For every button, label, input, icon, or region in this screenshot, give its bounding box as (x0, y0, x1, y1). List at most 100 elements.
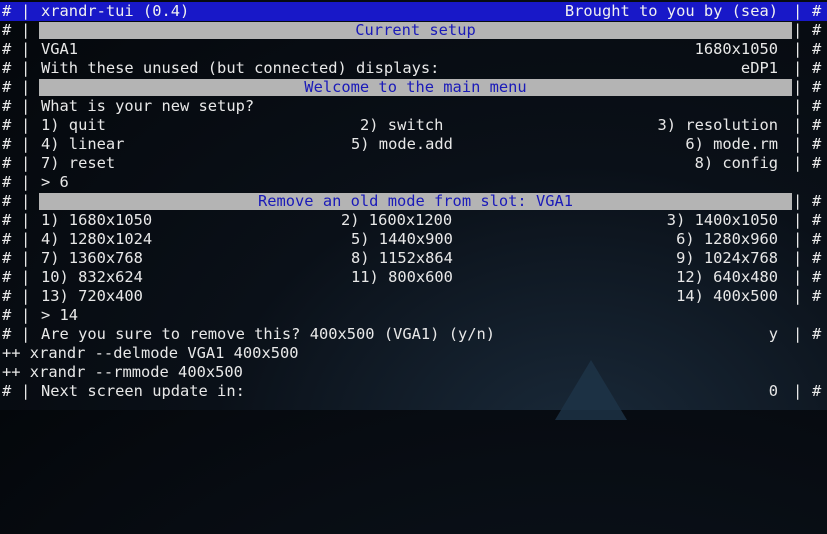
right-border-pipe: | (793, 2, 803, 20)
right-border-pipe: | (793, 21, 803, 39)
title-bar: # | xrandr-tui (0.4) Brought to you by (… (0, 2, 827, 21)
mode-option[interactable]: 8) 1152x864 (351, 249, 453, 268)
right-border-hash: # (812, 382, 822, 400)
right-border-hash: # (812, 78, 822, 96)
left-border-hash: # (2, 116, 12, 134)
confirm-row: # | Are you sure to remove this? 400x500… (0, 325, 827, 344)
left-border-hash: # (2, 230, 12, 248)
left-border-hash: # (2, 59, 12, 77)
left-border-pipe: | (21, 192, 31, 210)
mode-option[interactable]: 11) 800x600 (351, 268, 453, 287)
unused-displays-row: # | With these unused (but connected) di… (0, 59, 827, 78)
confirm-answer[interactable]: y (769, 325, 778, 344)
right-border-pipe: | (793, 135, 803, 153)
menu-prompt-row: # | > 6 (0, 173, 827, 192)
footer-row: # | Next screen update in: 0 | # (0, 382, 827, 401)
display-resolution: 1680x1050 (694, 40, 778, 58)
mode-option[interactable]: 14) 400x500 (676, 287, 778, 306)
right-border-pipe: | (793, 59, 803, 77)
menu-input-prompt[interactable]: > 6 (41, 173, 69, 192)
left-border-pipe: | (21, 306, 31, 324)
menu-option-resolution[interactable]: 3) resolution (658, 116, 778, 135)
left-border-hash: # (2, 2, 12, 20)
menu-question: What is your new setup? (41, 97, 255, 115)
left-border-pipe: | (21, 173, 31, 191)
mode-list-row: # | 1) 1680x1050 2) 1600x1200 3) 1400x10… (0, 211, 827, 230)
right-border-pipe: | (793, 211, 803, 229)
left-border-hash: # (2, 21, 12, 39)
menu-option-linear[interactable]: 4) linear (41, 135, 124, 154)
mode-option[interactable]: 3) 1400x1050 (667, 211, 778, 230)
left-border-pipe: | (21, 230, 31, 248)
credits: Brought to you by (sea) (564, 2, 778, 20)
left-border-pipe: | (21, 116, 31, 134)
menu-option-reset[interactable]: 7) reset (41, 154, 115, 173)
remove-prompt-row: # | > 14 (0, 306, 827, 325)
right-border-pipe: | (793, 249, 803, 267)
menu-option-config[interactable]: 8) config (695, 154, 778, 173)
remove-input-prompt[interactable]: > 14 (41, 306, 78, 325)
mode-option[interactable]: 9) 1024x768 (676, 249, 778, 268)
menu-options-row: # | 1) quit 2) switch 3) resolution | # (0, 116, 827, 135)
right-border-hash: # (812, 192, 822, 210)
right-border-pipe: | (793, 78, 803, 96)
mode-option[interactable]: 1) 1680x1050 (41, 211, 152, 230)
right-border-hash: # (812, 116, 822, 134)
mode-option[interactable]: 13) 720x400 (41, 287, 143, 306)
left-border-pipe: | (21, 135, 31, 153)
right-border-pipe: | (793, 325, 803, 343)
menu-option-switch[interactable]: 2) switch (360, 116, 443, 135)
main-menu-row: # | Welcome to the main menu | # (0, 78, 827, 97)
unused-display-value: eDP1 (740, 59, 778, 77)
mode-list-row: # | 13) 720x400 14) 400x500 | # (0, 287, 827, 306)
app-title: xrandr-tui (0.4) (41, 2, 190, 20)
left-border-pipe: | (21, 59, 31, 77)
update-countdown: 0 (768, 382, 778, 400)
left-border-pipe: | (21, 21, 31, 39)
remove-mode-banner: Remove an old mode from slot: VGA1 (39, 193, 792, 210)
left-border-pipe: | (21, 382, 31, 400)
main-menu-banner: Welcome to the main menu (39, 79, 792, 96)
right-border-hash: # (812, 40, 822, 58)
current-setup-banner: Current setup (39, 22, 792, 39)
left-border-pipe: | (21, 249, 31, 267)
left-border-hash: # (2, 268, 12, 286)
left-border-hash: # (2, 287, 12, 305)
menu-option-mode-rm[interactable]: 6) mode.rm (685, 135, 778, 154)
left-border-hash: # (2, 78, 12, 96)
left-border-pipe: | (21, 211, 31, 229)
right-border-hash: # (812, 59, 822, 77)
mode-option[interactable]: 6) 1280x960 (676, 230, 778, 249)
right-border-hash: # (812, 21, 822, 39)
left-border-pipe: | (21, 268, 31, 286)
command-output-line: ++ xrandr --rmmode 400x500 (0, 363, 827, 382)
right-border-pipe: | (793, 116, 803, 134)
update-label: Next screen update in: (41, 382, 245, 400)
mode-option[interactable]: 12) 640x480 (676, 268, 778, 287)
right-border-pipe: | (793, 154, 803, 172)
menu-option-quit[interactable]: 1) quit (41, 116, 106, 135)
left-border-hash: # (2, 135, 12, 153)
mode-option[interactable]: 7) 1360x768 (41, 249, 143, 268)
mode-list-row: # | 7) 1360x768 8) 1152x864 9) 1024x768 … (0, 249, 827, 268)
mode-option[interactable]: 5) 1440x900 (351, 230, 453, 249)
menu-option-mode-add[interactable]: 5) mode.add (351, 135, 453, 154)
mode-option[interactable]: 2) 1600x1200 (341, 211, 452, 230)
left-border-hash: # (2, 173, 12, 191)
mode-option[interactable]: 4) 1280x1024 (41, 230, 152, 249)
command-text: ++ xrandr --rmmode 400x500 (2, 363, 243, 381)
menu-options-row: # | 4) linear 5) mode.add 6) mode.rm | # (0, 135, 827, 154)
left-border-hash: # (2, 382, 12, 400)
right-border-pipe: | (793, 230, 803, 248)
left-border-hash: # (2, 211, 12, 229)
left-border-hash: # (2, 97, 12, 115)
left-border-hash: # (2, 306, 12, 324)
mode-option[interactable]: 10) 832x624 (41, 268, 143, 287)
left-border-hash: # (2, 154, 12, 172)
command-text: ++ xrandr --delmode VGA1 400x500 (2, 344, 299, 362)
right-border-pipe: | (793, 40, 803, 58)
left-border-pipe: | (21, 325, 31, 343)
menu-options-row: # | 7) reset 8) config | # (0, 154, 827, 173)
left-border-pipe: | (21, 287, 31, 305)
confirm-question: Are you sure to remove this? 400x500 (VG… (41, 325, 496, 343)
